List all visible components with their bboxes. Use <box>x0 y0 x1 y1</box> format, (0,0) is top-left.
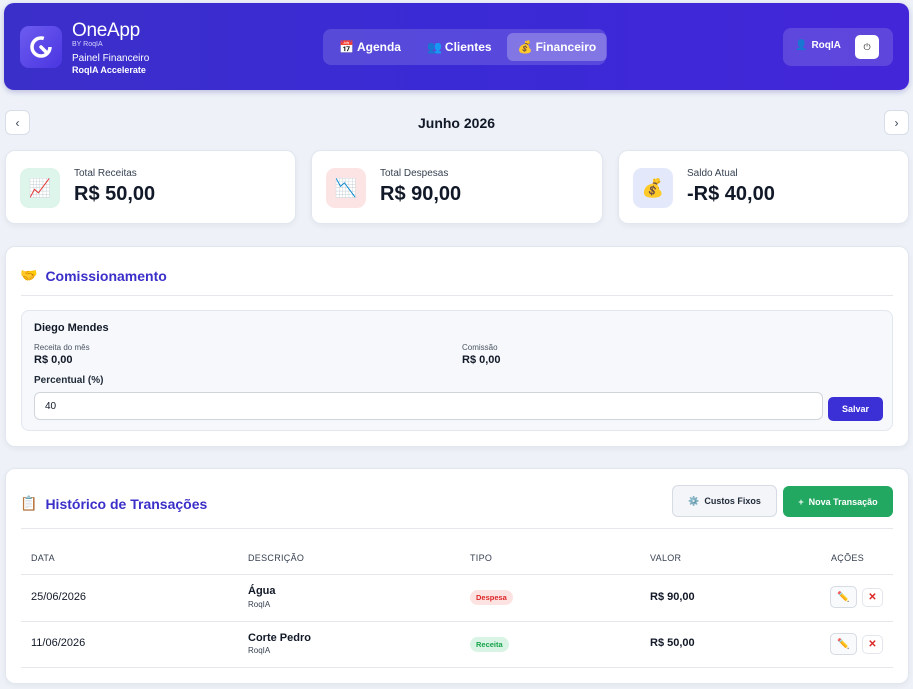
edit-button[interactable]: ✏️ <box>830 586 857 608</box>
chevron-right-icon: › <box>894 115 899 130</box>
stat-label: Saldo Atual <box>687 168 738 179</box>
stat-card-despesas: 📉 Total Despesas R$ 90,00 <box>311 150 603 224</box>
plus-icon: + <box>798 496 804 507</box>
stat-card-receitas: 📈 Total Receitas R$ 50,00 <box>5 150 296 224</box>
button-label: Custos Fixos <box>704 496 761 506</box>
employee-commission-card: Diego Mendes Receita do mês R$ 0,00 Comi… <box>21 310 893 431</box>
users-icon: 👥 <box>426 40 442 54</box>
row-description: Água <box>248 585 276 597</box>
divider <box>21 295 893 296</box>
transactions-section: 📋 Histórico de Transações ⚙️ Custos Fixo… <box>5 468 909 684</box>
logout-button[interactable]: ⏻ <box>855 35 879 59</box>
brand-subtitle: Painel Financeiro <box>72 53 150 64</box>
calendar-icon: 📅 <box>339 40 354 54</box>
clipboard-icon: 📋 <box>20 495 38 511</box>
divider <box>21 667 893 668</box>
user-icon: 👤 <box>795 40 808 51</box>
fixed-costs-button[interactable]: ⚙️ Custos Fixos <box>672 485 777 517</box>
next-month-button[interactable]: › <box>884 110 909 135</box>
power-icon: ⏻ <box>863 41 871 52</box>
nav-label: Agenda <box>356 40 401 54</box>
percent-label: Percentual (%) <box>34 375 104 386</box>
column-header-date: DATA <box>31 553 55 563</box>
revenue-value: R$ 0,00 <box>34 354 73 366</box>
employee-name: Diego Mendes <box>34 322 109 334</box>
pencil-icon: ✏️ <box>837 638 850 650</box>
money-bag-icon: 💰 <box>517 40 533 54</box>
divider <box>21 574 893 575</box>
column-header-type: TIPO <box>470 553 493 563</box>
column-header-value: VALOR <box>650 553 682 563</box>
row-subtext: RoqIA <box>248 600 271 609</box>
divider <box>21 528 893 529</box>
close-icon: ✕ <box>868 639 877 650</box>
stat-value: R$ 90,00 <box>380 183 462 205</box>
nav-clientes[interactable]: 👥 Clientes <box>416 33 503 61</box>
edit-button[interactable]: ✏️ <box>830 633 857 655</box>
row-value: R$ 50,00 <box>650 637 695 649</box>
money-bag-icon: 💰 <box>633 168 673 208</box>
nav-label: Financeiro <box>535 40 597 54</box>
delete-button[interactable]: ✕ <box>862 588 883 607</box>
chart-up-icon: 📈 <box>20 168 60 208</box>
type-badge: Receita <box>470 637 509 652</box>
stat-value: R$ 50,00 <box>74 183 156 205</box>
transactions-title: 📋 Histórico de Transações <box>20 495 207 512</box>
month-title: Junho 2026 <box>417 115 496 131</box>
stat-label: Total Receitas <box>74 168 137 179</box>
section-title-text: Comissionamento <box>45 267 167 284</box>
button-label: Nova Transação <box>808 496 878 507</box>
row-date: 25/06/2026 <box>31 591 87 603</box>
brand-subtitle-2: RoqIA Accelerate <box>72 65 146 75</box>
handshake-icon: 🤝 <box>20 267 38 283</box>
type-badge: Despesa <box>470 590 513 605</box>
brand-name: OneApp <box>72 20 140 41</box>
delete-button[interactable]: ✕ <box>862 635 883 654</box>
user-profile[interactable]: 👤 RoqIA <box>795 40 841 51</box>
row-subtext: RoqIA <box>248 646 271 655</box>
app-header: OneApp BY RoqIA Painel Financeiro RoqIA … <box>4 3 909 90</box>
commission-value: R$ 0,00 <box>462 354 501 366</box>
gear-icon: ⚙️ <box>688 495 700 506</box>
commission-label: Comissão <box>462 343 498 352</box>
main-nav: 📅 Agenda 👥 Clientes 💰 Financeiro <box>323 29 608 65</box>
section-title-text: Histórico de Transações <box>45 495 208 512</box>
nav-label: Clientes <box>444 40 492 54</box>
stat-card-saldo: 💰 Saldo Atual -R$ 40,00 <box>618 150 909 224</box>
percent-input[interactable]: 40 <box>34 392 823 420</box>
brand-by: BY RoqIA <box>72 41 103 48</box>
pencil-icon: ✏️ <box>837 591 850 603</box>
column-header-actions: AÇÕES <box>831 553 865 563</box>
commission-section: 🤝 Comissionamento Diego Mendes Receita d… <box>5 246 909 447</box>
row-date: 11/06/2026 <box>31 637 86 649</box>
commission-title: 🤝 Comissionamento <box>20 267 167 284</box>
close-icon: ✕ <box>868 592 877 603</box>
user-menu: 👤 RoqIA ⏻ <box>783 28 893 66</box>
divider <box>21 621 893 622</box>
revenue-label: Receita do mês <box>34 343 90 352</box>
row-description: Corte Pedro <box>248 632 311 644</box>
app-logo-icon[interactable] <box>20 26 62 68</box>
new-transaction-button[interactable]: + Nova Transação <box>783 486 893 517</box>
column-header-description: DESCRIÇÃO <box>248 553 305 563</box>
row-value: R$ 90,00 <box>650 591 695 603</box>
stat-value: -R$ 40,00 <box>687 183 775 205</box>
nav-agenda[interactable]: 📅 Agenda <box>328 33 412 61</box>
chart-down-icon: 📉 <box>326 168 366 208</box>
save-button[interactable]: Salvar <box>828 397 883 421</box>
nav-financeiro[interactable]: 💰 Financeiro <box>506 33 608 61</box>
stat-label: Total Despesas <box>380 168 449 179</box>
user-name: RoqIA <box>811 40 841 51</box>
